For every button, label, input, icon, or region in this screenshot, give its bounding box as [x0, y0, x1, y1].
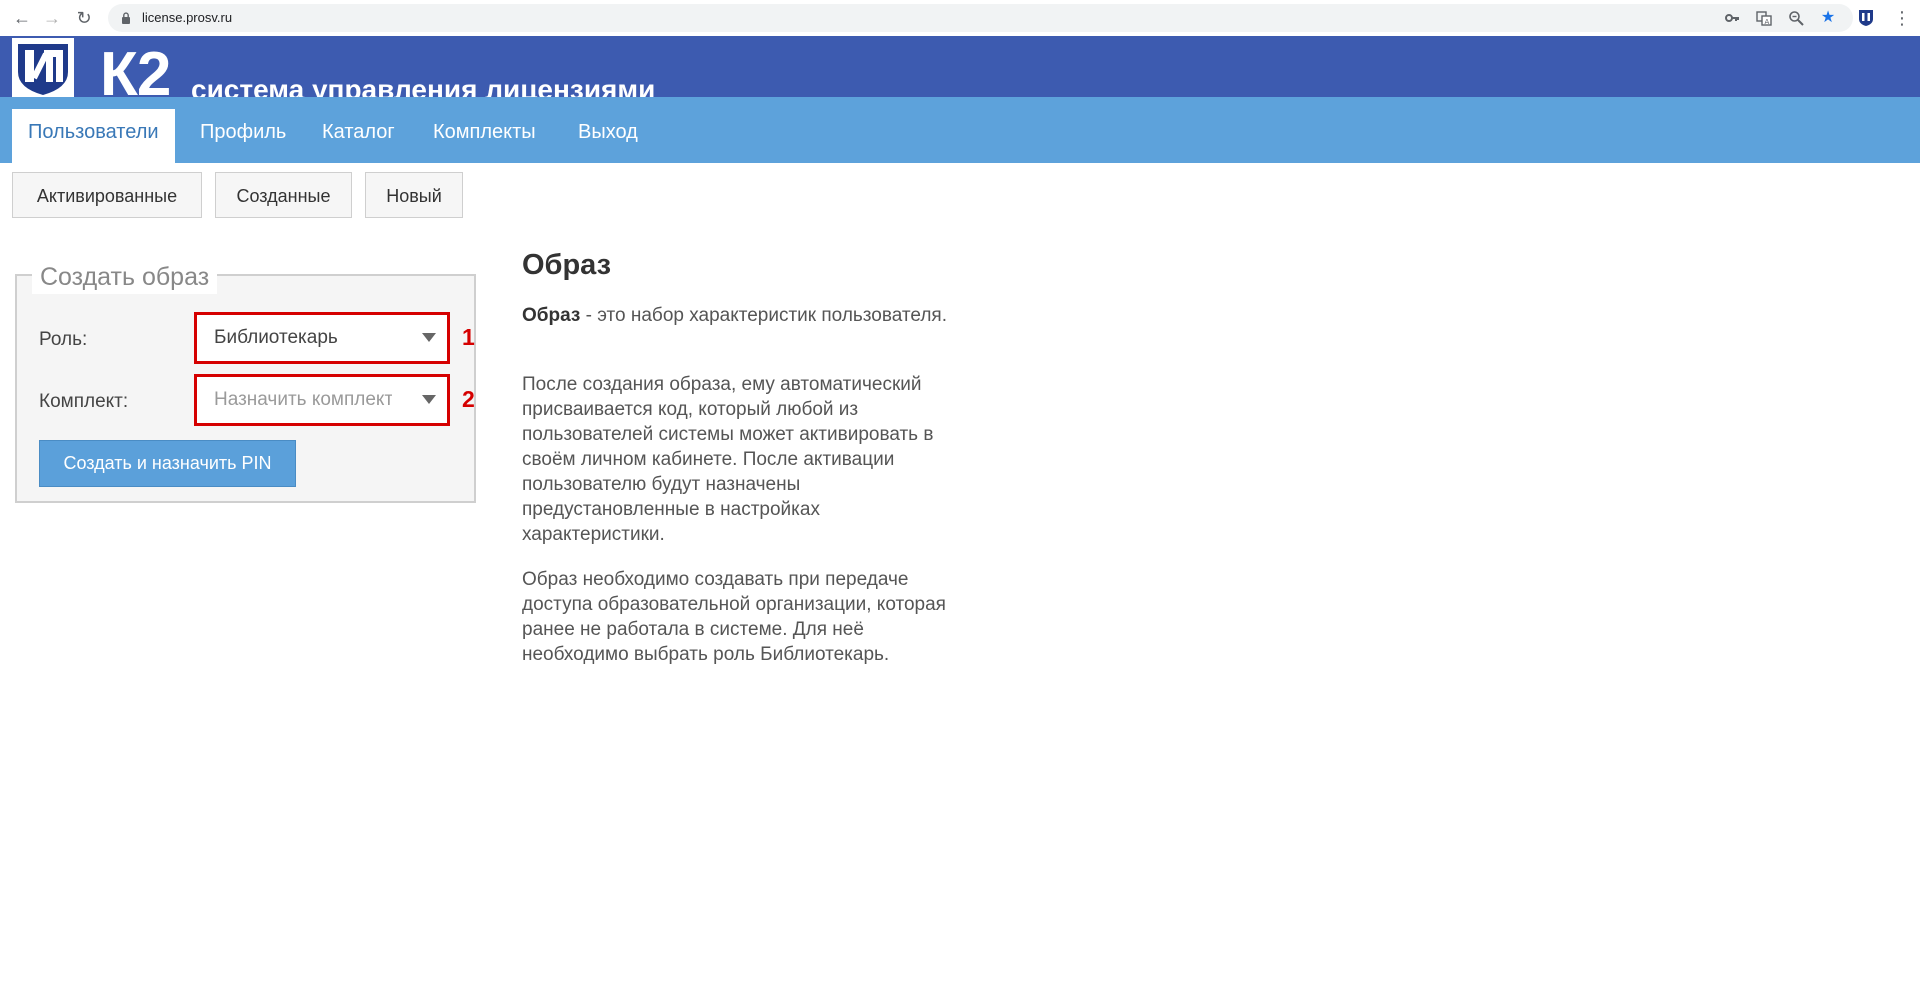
- info-title: Образ: [522, 249, 612, 281]
- site-header: К2 система управления лицензиями: [0, 36, 1920, 97]
- role-select[interactable]: Библиотекарь: [194, 312, 450, 364]
- kit-label: Комплект:: [39, 391, 129, 412]
- address-bar[interactable]: license.prosv.ru A ★: [108, 4, 1853, 32]
- nav-item-logout[interactable]: Выход: [562, 109, 654, 163]
- svg-text:A: A: [1765, 18, 1770, 26]
- chevron-down-icon: [422, 333, 436, 342]
- tab-new[interactable]: Новый: [365, 172, 463, 218]
- kit-select-placeholder: Назначить комплект: [214, 389, 392, 410]
- info-paragraph-3: Образ необходимо создавать при передаче …: [522, 569, 946, 665]
- tab-created[interactable]: Созданные: [215, 172, 352, 218]
- app-subtitle: система управления лицензиями: [191, 74, 656, 97]
- main-nav: Пользователи Профиль Каталог Комплекты В…: [0, 97, 1920, 163]
- nav-item-kits[interactable]: Комплекты: [417, 109, 552, 163]
- url-text: license.prosv.ru: [142, 10, 233, 25]
- role-label: Роль:: [39, 329, 88, 350]
- key-icon[interactable]: [1724, 10, 1740, 26]
- lock-icon: [122, 12, 130, 24]
- app-title: К2: [100, 40, 171, 97]
- tab-activated[interactable]: Активированные: [12, 172, 202, 218]
- role-select-value: Библиотекарь: [214, 327, 338, 348]
- info-paragraph-1: Образ - это набор характеристик пользова…: [522, 303, 952, 328]
- nav-item-catalog[interactable]: Каталог: [306, 109, 411, 163]
- back-arrow-icon[interactable]: ←: [12, 8, 32, 28]
- prosveshchenie-logo: [12, 38, 74, 97]
- zoom-icon[interactable]: [1788, 10, 1804, 26]
- reload-icon[interactable]: ↻: [74, 8, 94, 28]
- callout-number-1: 1: [462, 324, 475, 350]
- info-paragraph-2: После создания образа, ему автоматически…: [522, 374, 934, 545]
- info-definition: - это набор характеристик пользователя.: [580, 305, 947, 326]
- extension-shield-icon[interactable]: [1857, 9, 1875, 27]
- browser-menu-icon[interactable]: ⋮: [1893, 7, 1911, 29]
- nav-item-profile[interactable]: Профиль: [184, 109, 302, 163]
- forward-arrow-icon[interactable]: →: [42, 8, 62, 28]
- bookmark-star-icon[interactable]: ★: [1820, 10, 1836, 26]
- panel-legend: Создать образ: [32, 260, 218, 294]
- browser-toolbar: ← → ↻ license.prosv.ru A ★ ⋮: [0, 0, 1920, 37]
- kit-select[interactable]: Назначить комплект: [194, 374, 450, 426]
- nav-item-users[interactable]: Пользователи: [12, 109, 175, 163]
- info-term: Образ: [522, 305, 581, 326]
- translate-icon[interactable]: A: [1756, 10, 1772, 26]
- callout-number-2: 2: [462, 386, 475, 412]
- chevron-down-icon: [422, 395, 436, 404]
- create-assign-pin-button[interactable]: Создать и назначить PIN: [39, 440, 296, 487]
